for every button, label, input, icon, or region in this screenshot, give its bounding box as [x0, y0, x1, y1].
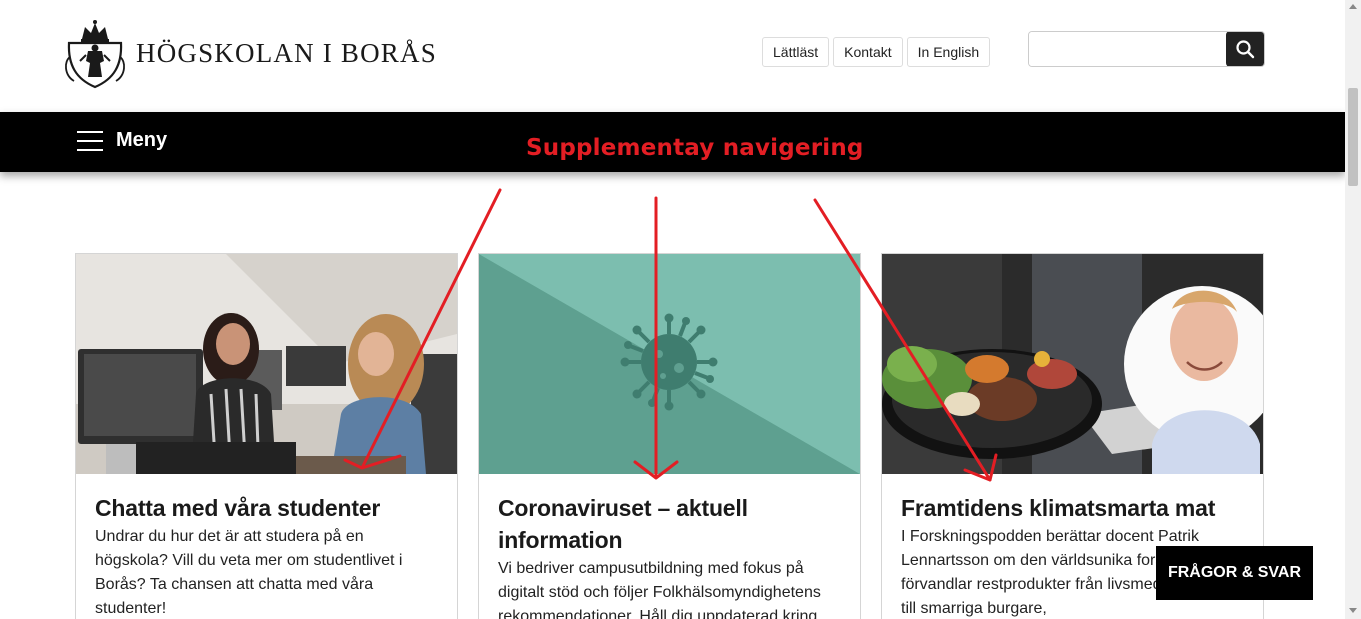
card-text: Undrar du hur det är att studera på en h… — [95, 528, 403, 617]
search-button[interactable] — [1226, 32, 1264, 66]
faq-button[interactable]: FRÅGOR & SVAR — [1156, 546, 1313, 600]
logo-wordmark: HÖGSKOLAN I BORÅS — [136, 37, 437, 68]
site-logo[interactable]: HÖGSKOLAN I BORÅS — [62, 17, 437, 89]
card-title: Framtidens klimatsmarta mat — [901, 495, 1216, 521]
search-input[interactable] — [1029, 32, 1226, 66]
scrollbar[interactable] — [1345, 0, 1361, 619]
link-kontakt[interactable]: Kontakt — [833, 37, 903, 67]
card-text: Vi bedriver campusutbildning med fokus p… — [498, 560, 821, 619]
scroll-thumb[interactable] — [1348, 88, 1358, 186]
card-title: Coronaviruset – aktuell information — [498, 495, 748, 553]
card-coronavirus[interactable]: Coronaviruset – aktuell information Vi b… — [478, 253, 861, 619]
card-image-food — [882, 254, 1263, 474]
site-header: HÖGSKOLAN I BORÅS Lättläst Kontakt In En… — [0, 0, 1345, 112]
annotation-label: Supplementay navigering — [526, 135, 864, 161]
virus-icon — [620, 313, 718, 411]
crest-icon — [65, 20, 125, 89]
scroll-up-arrow-icon[interactable] — [1349, 4, 1357, 9]
card-image-coronavirus — [479, 254, 860, 474]
link-in-english[interactable]: In English — [906, 37, 991, 67]
scroll-down-arrow-icon[interactable] — [1349, 608, 1357, 613]
card-image-students — [76, 254, 457, 474]
card-chat-students[interactable]: Chatta med våra studenter Undrar du hur … — [75, 253, 458, 619]
hamburger-icon — [77, 130, 103, 151]
menu-button[interactable]: Meny — [77, 129, 167, 152]
search-icon — [1236, 40, 1255, 59]
link-lattlast[interactable]: Lättläst — [762, 37, 830, 67]
menu-label: Meny — [116, 129, 168, 151]
page: HÖGSKOLAN I BORÅS Lättläst Kontakt In En… — [0, 0, 1361, 619]
card-title: Chatta med våra studenter — [95, 495, 381, 521]
utility-links: Lättläst Kontakt In English — [762, 37, 991, 67]
search-box — [1028, 31, 1265, 67]
